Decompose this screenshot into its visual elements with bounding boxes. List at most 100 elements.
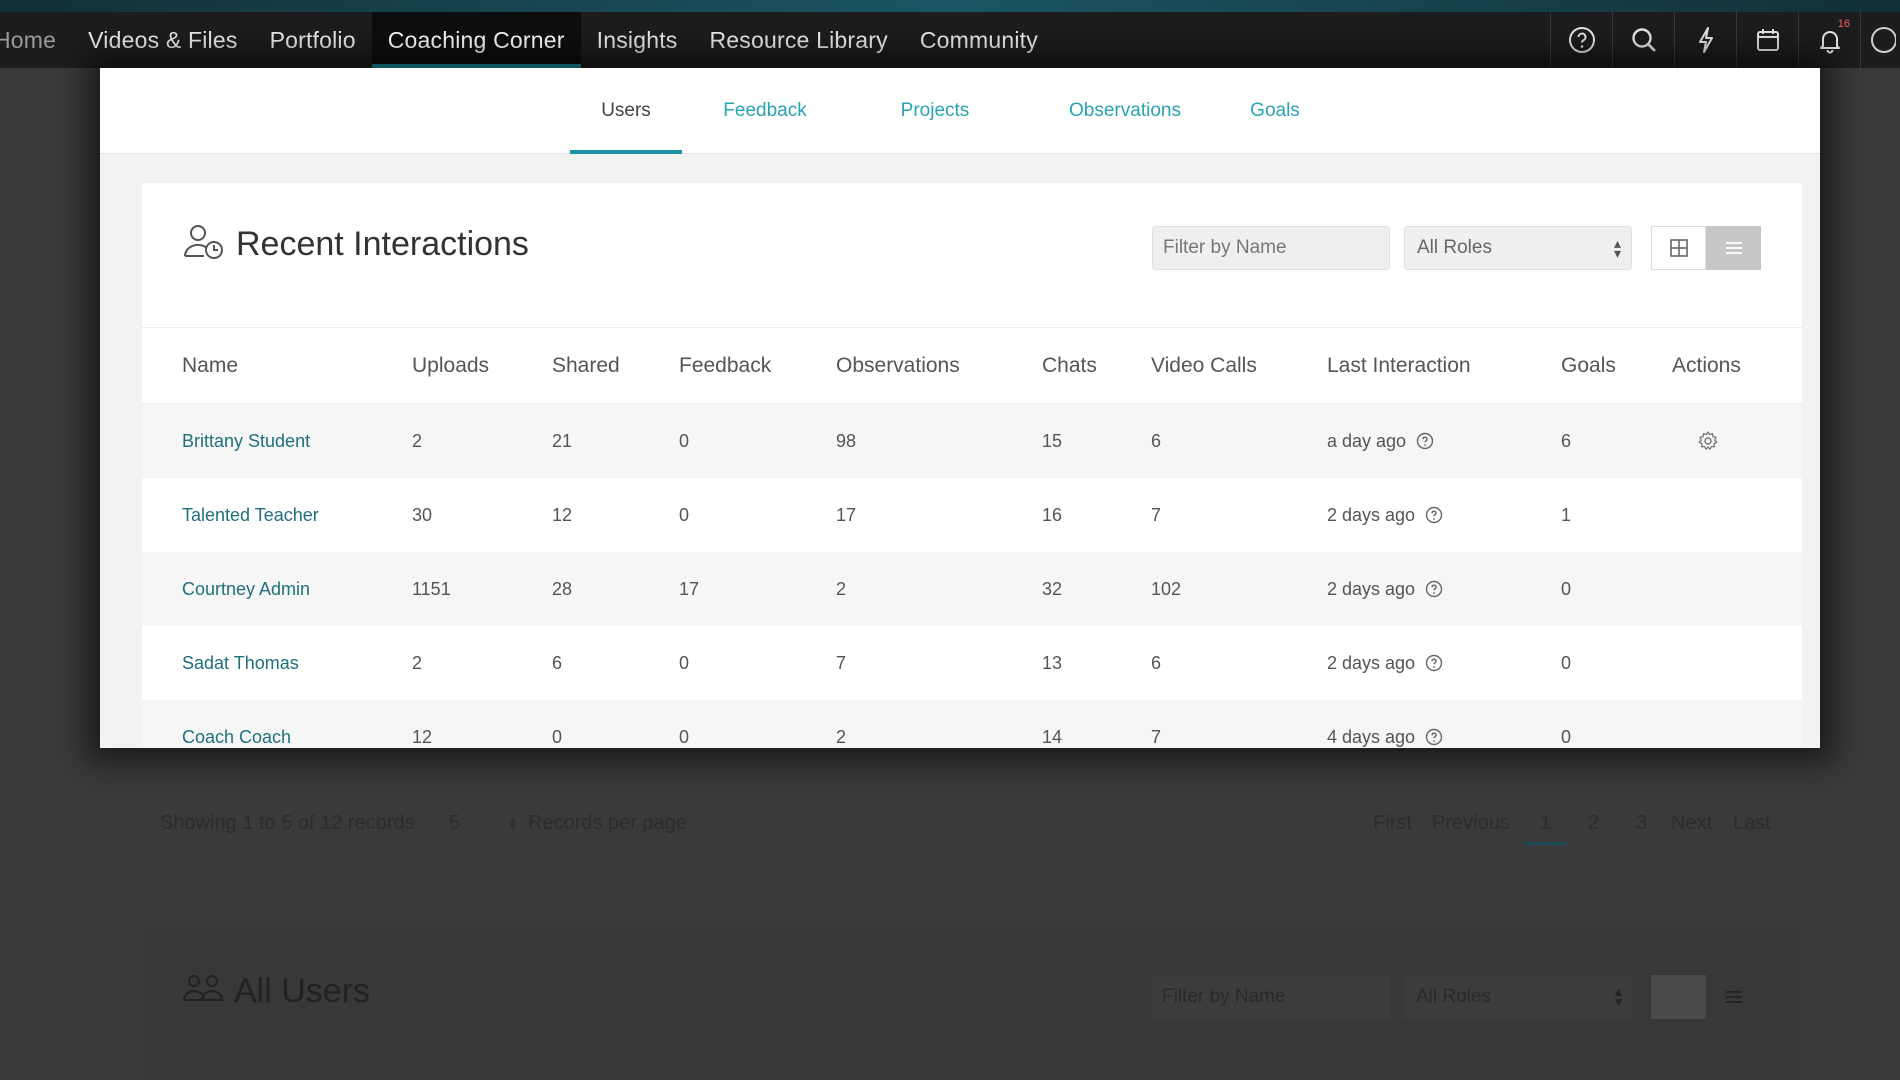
user-name-link[interactable]: Sadat Thomas — [182, 626, 299, 700]
column-header-shared[interactable]: Shared — [552, 328, 620, 403]
question-circle-icon[interactable] — [1425, 506, 1443, 524]
pager-previous[interactable]: Previous — [1432, 812, 1510, 835]
shared-cell: 12 — [552, 504, 573, 525]
uploads-cell: 30 — [412, 504, 433, 525]
user-name-link[interactable]: Talented Teacher — [182, 478, 319, 552]
chats-cell: 15 — [1042, 430, 1063, 451]
current-page-indicator — [1524, 842, 1566, 845]
nav-resource-library[interactable]: Resource Library — [694, 12, 904, 68]
table-header-row: Name Uploads Shared Feedback Observation… — [142, 328, 1802, 404]
question-circle-icon[interactable] — [1425, 580, 1443, 598]
pager-last[interactable]: Last — [1733, 812, 1771, 835]
lightning-icon[interactable] — [1674, 12, 1736, 68]
tab-goals[interactable]: Goals — [1230, 68, 1320, 154]
top-accent-strip — [0, 0, 1900, 12]
grid-view-icon[interactable] — [1651, 226, 1706, 270]
last-interaction-text: 2 days ago — [1327, 578, 1416, 599]
tab-projects[interactable]: Projects — [880, 68, 990, 154]
nav-portfolio[interactable]: Portfolio — [254, 12, 372, 68]
roles-select-value: All Roles — [1417, 237, 1492, 258]
shared-cell: 21 — [552, 430, 573, 451]
goals-cell: 0 — [1561, 578, 1572, 599]
last-interaction-cell: 2 days ago — [1327, 552, 1443, 626]
chats-cell: 32 — [1042, 578, 1063, 599]
pager-page-2[interactable]: 2 — [1588, 812, 1599, 835]
avatar-icon[interactable] — [1860, 12, 1900, 68]
tab-feedback[interactable]: Feedback — [710, 68, 820, 154]
search-icon[interactable] — [1612, 12, 1674, 68]
nav-insights[interactable]: Insights — [581, 12, 694, 68]
last-interaction-cell: 2 days ago — [1327, 478, 1443, 552]
feedback-cell: 17 — [679, 578, 700, 599]
observations-cell: 2 — [836, 726, 847, 747]
last-interaction-cell: 2 days ago — [1327, 626, 1443, 700]
user-name-link[interactable]: Courtney Admin — [182, 552, 310, 626]
column-header-last-interaction[interactable]: Last Interaction — [1327, 328, 1471, 403]
pager-page-1[interactable]: 1 — [1540, 812, 1551, 835]
last-interaction-text: a day ago — [1327, 430, 1407, 451]
recent-interactions-table: Name Uploads Shared Feedback Observation… — [142, 328, 1802, 748]
bell-icon[interactable]: 16 — [1798, 12, 1860, 68]
feedback-cell: 0 — [679, 652, 690, 673]
user-name-link[interactable]: Brittany Student — [182, 404, 310, 478]
question-circle-icon[interactable] — [1416, 432, 1434, 450]
nav-home[interactable]: Home — [0, 12, 72, 68]
video-calls-cell: 7 — [1151, 726, 1162, 747]
coaching-subtabs: Users Feedback Projects Observations Goa… — [100, 68, 1820, 154]
pager-page-3[interactable]: 3 — [1636, 812, 1647, 835]
video-calls-cell: 6 — [1151, 652, 1162, 673]
list-view-icon[interactable] — [1706, 975, 1761, 1019]
coaching-panel: Users Feedback Projects Observations Goa… — [100, 68, 1820, 748]
help-icon[interactable] — [1550, 12, 1612, 68]
column-header-video-calls[interactable]: Video Calls — [1151, 328, 1257, 403]
table-row: Sadat Thomas 2 6 0 7 13 6 2 days ago 0 — [142, 626, 1802, 700]
feedback-cell: 0 — [679, 726, 690, 747]
table-row: Talented Teacher 30 12 0 17 16 7 2 days … — [142, 478, 1802, 552]
chats-cell: 14 — [1042, 726, 1063, 747]
column-header-chats[interactable]: Chats — [1042, 328, 1097, 403]
nav-community[interactable]: Community — [904, 12, 1054, 68]
question-circle-icon[interactable] — [1425, 654, 1443, 672]
column-header-feedback[interactable]: Feedback — [679, 328, 771, 403]
feedback-cell: 0 — [679, 504, 690, 525]
observations-cell: 7 — [836, 652, 847, 673]
chats-cell: 16 — [1042, 504, 1063, 525]
calendar-icon[interactable] — [1736, 12, 1798, 68]
tab-observations[interactable]: Observations — [1050, 68, 1200, 154]
goals-cell: 0 — [1561, 652, 1572, 673]
column-header-goals[interactable]: Goals — [1561, 328, 1616, 403]
column-header-actions: Actions — [1672, 353, 1741, 377]
notification-badge: 16 — [1837, 18, 1850, 30]
last-interaction-text: 4 days ago — [1327, 726, 1416, 747]
column-header-uploads[interactable]: Uploads — [412, 328, 489, 403]
recent-interactions-card: Recent Interactions All Roles ▴▾ Name Up… — [142, 183, 1802, 748]
all-users-roles-select[interactable]: All Roles ▴ ▾ — [1404, 975, 1632, 1019]
pager-first[interactable]: First — [1373, 812, 1412, 835]
tab-users[interactable]: Users — [570, 68, 682, 154]
last-interaction-cell: a day ago — [1327, 404, 1434, 478]
question-circle-icon[interactable] — [1425, 728, 1443, 746]
observations-cell: 17 — [836, 504, 857, 525]
all-users-card: All Users Filter by Name All Roles ▴ ▾ — [142, 930, 1802, 1080]
nav-coaching-corner[interactable]: Coaching Corner — [371, 12, 581, 68]
roles-select[interactable]: All Roles ▴ ▾ — [1404, 226, 1632, 270]
per-page-select[interactable]: 5 — [449, 812, 460, 835]
shared-cell: 6 — [552, 652, 563, 673]
all-users-view-toggle — [1651, 975, 1761, 1019]
per-page-label: Records per page — [528, 812, 687, 834]
user-clock-icon — [182, 223, 226, 266]
all-users-filter-input[interactable]: Filter by Name — [1152, 975, 1390, 1019]
pager-next[interactable]: Next — [1671, 812, 1712, 835]
list-view-icon[interactable] — [1706, 226, 1761, 270]
gear-icon[interactable] — [1697, 404, 1719, 478]
filter-by-name-input[interactable] — [1152, 226, 1390, 270]
records-summary: Showing 1 to 5 of 12 records — [160, 812, 415, 834]
column-header-observations[interactable]: Observations — [836, 328, 960, 403]
user-name-link[interactable]: Coach Coach — [182, 700, 291, 748]
column-header-name[interactable]: Name — [182, 328, 238, 403]
goals-cell: 0 — [1561, 726, 1572, 747]
grid-view-icon[interactable] — [1651, 975, 1706, 1019]
page-title: Recent Interactions — [236, 225, 529, 263]
goals-cell: 1 — [1561, 504, 1572, 525]
nav-videos-files[interactable]: Videos & Files — [72, 12, 253, 68]
